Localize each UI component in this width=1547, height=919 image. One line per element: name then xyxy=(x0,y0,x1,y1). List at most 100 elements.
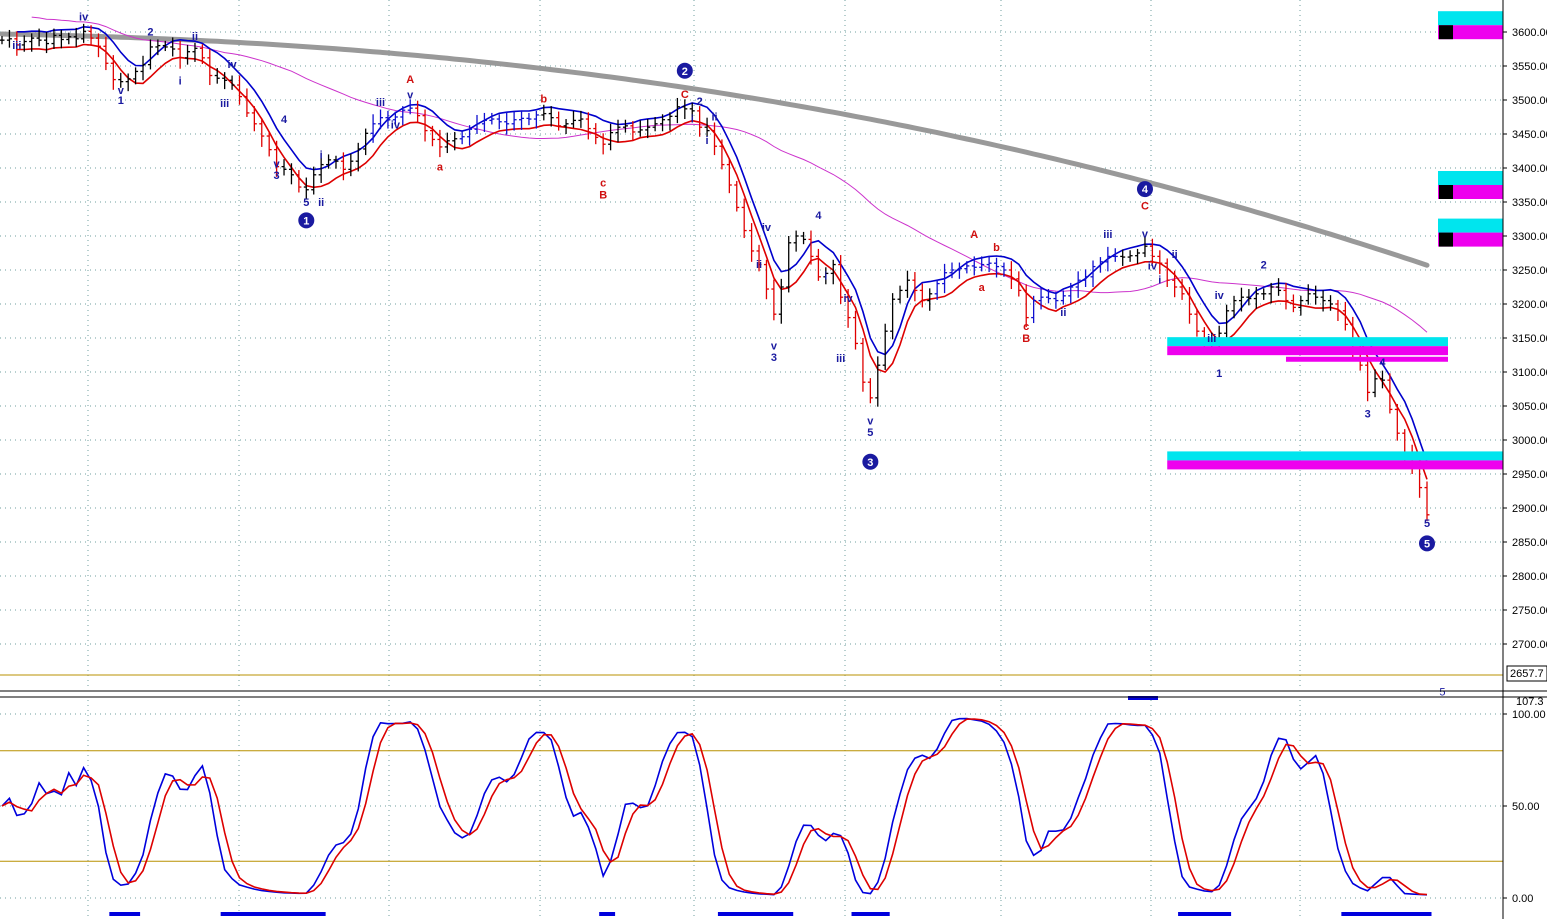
oversold-marker xyxy=(725,912,734,916)
price-tick-label: 2750.00 xyxy=(1512,605,1547,617)
oversold-marker xyxy=(1185,912,1194,916)
wave-label: iii xyxy=(376,97,385,109)
wave-label: v xyxy=(771,341,778,353)
wave-label: iv xyxy=(391,120,401,132)
zone-top-3375-marker xyxy=(1439,185,1453,199)
oversold-marker xyxy=(272,912,282,916)
wave-label: C xyxy=(681,89,689,101)
zone-top-3600-marker xyxy=(1439,25,1453,40)
oversold-marker xyxy=(1371,912,1380,916)
wave-circle-label: 1 xyxy=(303,215,309,227)
price-tick-label: 3600.00 xyxy=(1512,27,1547,39)
price-tick-label: 3350.00 xyxy=(1512,197,1547,209)
zone-top-3600-cyan xyxy=(1438,11,1503,26)
wave-label: v xyxy=(407,90,414,102)
wave-label: 2 xyxy=(697,96,703,108)
oversold-marker xyxy=(1178,912,1187,916)
price-tick-label: 3550.00 xyxy=(1512,61,1547,73)
wave-label: i xyxy=(320,149,323,161)
wave-label: ii xyxy=(711,111,717,123)
oversold-marker xyxy=(1341,912,1350,916)
oversold-marker xyxy=(265,912,274,916)
price-chart: iiiiv2v1iiiiviii4v3i5 iiiiiivvAabcBC2i iii… xyxy=(0,0,1547,919)
wave-label: 5 xyxy=(303,197,309,209)
wave-circle-label: 5 xyxy=(1424,538,1430,550)
oversold-marker xyxy=(1348,912,1358,916)
oversold-marker xyxy=(1356,912,1365,916)
wave-label: ii xyxy=(1172,249,1178,261)
oversold-marker xyxy=(1385,912,1395,916)
oversold-marker xyxy=(309,912,319,916)
price-tick-label: 3250.00 xyxy=(1512,265,1547,277)
oversold-marker xyxy=(1408,912,1417,916)
wave-label: i xyxy=(824,271,827,283)
oversold-marker xyxy=(747,912,757,916)
oversold-marker xyxy=(755,912,764,916)
oversold-marker xyxy=(109,912,118,916)
oversold-marker xyxy=(257,912,267,916)
oversold-marker xyxy=(302,912,311,916)
oversold-marker xyxy=(287,912,296,916)
oversold-marker xyxy=(280,912,289,916)
price-tick-label: 3400.00 xyxy=(1512,163,1547,175)
price-tick-label: 2950.00 xyxy=(1512,469,1547,481)
wave-label: iv xyxy=(1215,290,1225,302)
wave-label: i xyxy=(691,113,694,125)
osc-tick-label: 0.00 xyxy=(1512,893,1533,905)
price-bars xyxy=(0,23,1430,521)
oversold-marker xyxy=(606,912,616,916)
osc-tick-label: 100.00 xyxy=(1512,709,1546,721)
oversold-marker xyxy=(599,912,608,916)
oversold-marker xyxy=(732,912,742,916)
wave-circle-label: 3 xyxy=(867,457,873,469)
oversold-marker xyxy=(1423,912,1432,916)
oversold-marker xyxy=(717,912,727,916)
oversold-marker xyxy=(228,912,237,916)
oversold-marker xyxy=(1207,912,1217,916)
osc-tick-label: 50.00 xyxy=(1512,801,1540,813)
zone-top-3375-cyan xyxy=(1438,171,1503,185)
price-tick-label: 2800.00 xyxy=(1512,571,1547,583)
wave-label: 1 xyxy=(1216,368,1222,380)
oversold-marker xyxy=(866,912,875,916)
wave-label: a xyxy=(437,162,444,174)
wave-label: i xyxy=(179,75,182,87)
price-tick-label: 3300.00 xyxy=(1512,231,1547,243)
oversold-marker xyxy=(131,912,141,916)
wave-label: 3 xyxy=(771,352,777,364)
wave-label: ii xyxy=(192,31,198,43)
oversold-marker xyxy=(1192,912,1202,916)
stochastic-oscillator xyxy=(1,696,1432,916)
zone-2970-cyan xyxy=(1167,451,1503,461)
wave-label: iv xyxy=(79,11,89,23)
price-axis: 3600.00 3550.00 3500.00 3450.00 3400.00 3350.… xyxy=(1503,0,1547,919)
wave-label: 4 xyxy=(1379,357,1386,369)
wave-label: b xyxy=(540,94,547,106)
price-tick-label: 2900.00 xyxy=(1512,503,1547,515)
price-tick-label: 3100.00 xyxy=(1512,367,1547,379)
wave-label: B xyxy=(1022,333,1030,345)
wave-label: v xyxy=(274,158,281,170)
wave-label: iii xyxy=(1103,229,1112,241)
oversold-marker xyxy=(1215,912,1224,916)
wave-label: A xyxy=(406,74,414,86)
wave-label: v xyxy=(1142,228,1149,240)
oversold-marker xyxy=(116,912,126,916)
oversold-marker xyxy=(220,912,230,916)
oversold-marker xyxy=(777,912,786,916)
oversold-marker xyxy=(235,912,244,916)
oversold-marker xyxy=(1222,912,1232,916)
target-zones xyxy=(1167,11,1503,470)
zone-2970-magenta xyxy=(1167,460,1503,470)
oversold-marker xyxy=(873,912,883,916)
wave-label: iii xyxy=(12,40,21,52)
wave-label: ii xyxy=(318,197,324,209)
wave-label: 2 xyxy=(147,26,153,38)
price-tick-label: 3000.00 xyxy=(1512,435,1547,447)
price-tick-label: 3450.00 xyxy=(1512,129,1547,141)
wave-label: ii xyxy=(756,259,762,271)
wave-circle-label: 4 xyxy=(1142,184,1149,196)
wave-label: b xyxy=(993,242,1000,254)
wave-label: 3 xyxy=(274,170,280,182)
last-price-label: 2657.7 xyxy=(1510,668,1544,680)
